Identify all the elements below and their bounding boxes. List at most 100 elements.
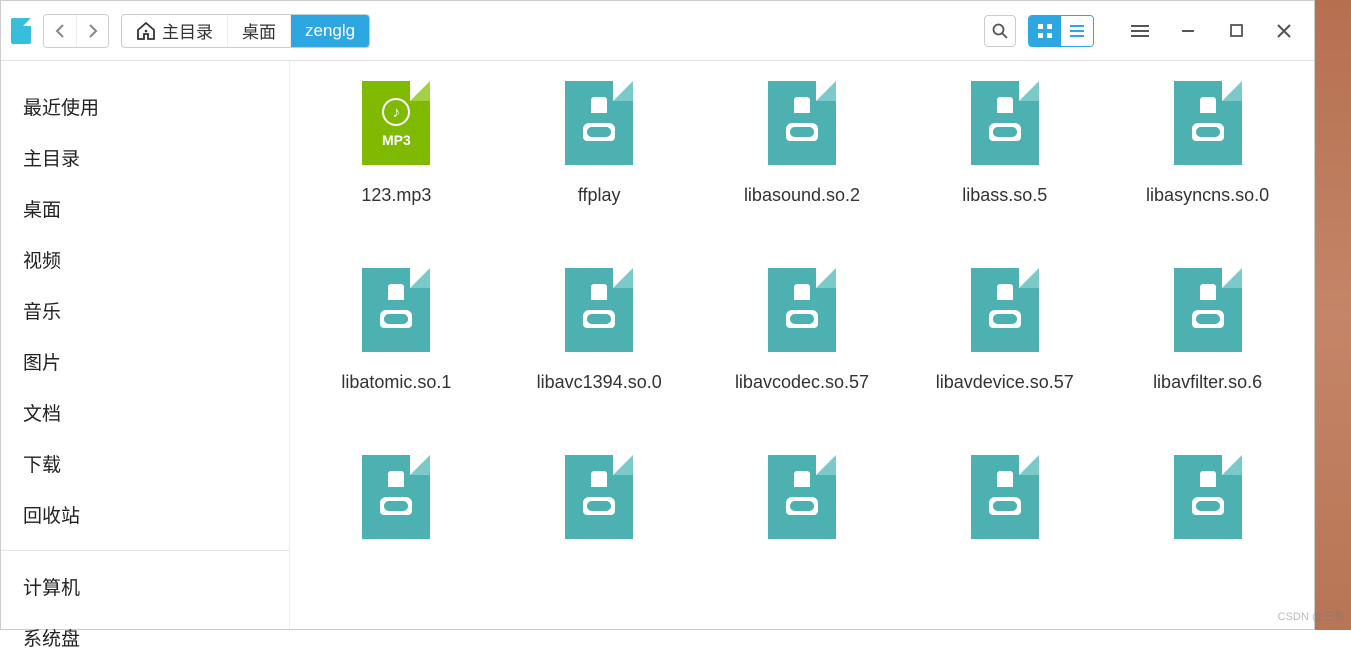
maximize-button[interactable]: [1226, 21, 1246, 41]
back-button[interactable]: [44, 15, 76, 47]
sidebar-item-recent[interactable]: 最近使用: [1, 81, 289, 132]
minimize-button[interactable]: [1178, 21, 1198, 41]
file-item[interactable]: [1111, 455, 1304, 557]
sidebar-item-label: 桌面: [23, 200, 61, 221]
minimize-icon: [1181, 24, 1195, 38]
file-item[interactable]: [300, 455, 493, 557]
nav-group: [43, 14, 109, 48]
view-icons-button[interactable]: [1029, 16, 1061, 46]
file-content-area[interactable]: ♪ MP3 123.mp3 ffplay libasound.so.2 libas…: [289, 61, 1314, 629]
app-icon: [11, 18, 31, 44]
file-label: libatomic.so.1: [341, 370, 451, 395]
sidebar-item-downloads[interactable]: 下载: [1, 438, 289, 489]
close-icon: [1277, 24, 1291, 38]
file-label: libasound.so.2: [744, 183, 860, 208]
file-item[interactable]: libavfilter.so.6: [1111, 268, 1304, 395]
maximize-icon: [1230, 24, 1243, 37]
list-icon: [1069, 23, 1085, 39]
file-item[interactable]: libavdevice.so.57: [908, 268, 1101, 395]
sidebar-item-trash[interactable]: 回收站: [1, 489, 289, 540]
file-item[interactable]: libass.so.5: [908, 81, 1101, 208]
file-item[interactable]: libatomic.so.1: [300, 268, 493, 395]
breadcrumb: 主目录 桌面 zenglg: [121, 14, 370, 48]
search-button[interactable]: [984, 15, 1016, 47]
so-file-icon: [1174, 81, 1242, 165]
file-label: libass.so.5: [962, 183, 1047, 208]
crumb-desktop-label: 桌面: [242, 18, 276, 43]
sidebar-item-label: 计算机: [23, 578, 80, 599]
sidebar-item-label: 文档: [23, 404, 61, 425]
file-grid: ♪ MP3 123.mp3 ffplay libasound.so.2 libas…: [300, 81, 1304, 557]
so-file-icon: [362, 268, 430, 352]
hamburger-icon: [1131, 24, 1149, 38]
file-label: libavfilter.so.6: [1153, 370, 1262, 395]
grid-icon: [1037, 23, 1053, 39]
so-file-icon: [768, 81, 836, 165]
menu-button[interactable]: [1130, 21, 1150, 41]
so-file-icon: [971, 455, 1039, 539]
sidebar-item-sysdisk[interactable]: 系统盘: [1, 612, 289, 663]
file-item[interactable]: [908, 455, 1101, 557]
sidebar-item-label: 音乐: [23, 302, 61, 323]
file-item[interactable]: libasyncns.so.0: [1111, 81, 1304, 208]
file-manager-window: 主目录 桌面 zenglg: [0, 0, 1315, 630]
sidebar-item-label: 下载: [23, 455, 61, 476]
file-item[interactable]: libasound.so.2: [706, 81, 899, 208]
window-controls: [1130, 21, 1294, 41]
sidebar-divider: [1, 550, 289, 551]
sidebar-item-videos[interactable]: 视频: [1, 234, 289, 285]
home-icon: [136, 22, 156, 40]
file-item[interactable]: [503, 455, 696, 557]
so-file-icon: [565, 81, 633, 165]
file-label: 123.mp3: [361, 183, 431, 208]
close-button[interactable]: [1274, 21, 1294, 41]
desktop-background: [1315, 0, 1351, 630]
so-file-icon: [768, 455, 836, 539]
sidebar-item-label: 图片: [23, 353, 61, 374]
sidebar-item-computer[interactable]: 计算机: [1, 561, 289, 612]
file-item[interactable]: ffplay: [503, 81, 696, 208]
search-icon: [992, 23, 1008, 39]
sidebar-item-desktop[interactable]: 桌面: [1, 183, 289, 234]
sidebar-item-label: 最近使用: [23, 98, 99, 119]
crumb-current-label: zenglg: [305, 21, 355, 41]
so-file-icon: [971, 268, 1039, 352]
chevron-right-icon: [88, 24, 98, 38]
file-item[interactable]: libavcodec.so.57: [706, 268, 899, 395]
sidebar-item-documents[interactable]: 文档: [1, 387, 289, 438]
crumb-desktop[interactable]: 桌面: [227, 15, 290, 47]
sidebar-item-label: 系统盘: [23, 629, 80, 650]
view-list-button[interactable]: [1061, 16, 1093, 46]
sidebar-item-pictures[interactable]: 图片: [1, 336, 289, 387]
sidebar: 最近使用 主目录 桌面 视频 音乐 图片 文档 下载 回收站 计算机 系统盘: [1, 61, 289, 629]
file-label: libasyncns.so.0: [1146, 183, 1269, 208]
file-item[interactable]: [706, 455, 899, 557]
sidebar-item-music[interactable]: 音乐: [1, 285, 289, 336]
toolbar: 主目录 桌面 zenglg: [1, 1, 1314, 61]
so-file-icon: [565, 455, 633, 539]
file-label: libavc1394.so.0: [537, 370, 662, 395]
crumb-home[interactable]: 主目录: [122, 15, 227, 47]
so-file-icon: [565, 268, 633, 352]
watermark: CSDN @三希: [1278, 608, 1345, 624]
so-file-icon: [971, 81, 1039, 165]
so-file-icon: [1174, 268, 1242, 352]
mp3-file-icon: ♪ MP3: [362, 81, 430, 165]
forward-button[interactable]: [76, 15, 108, 47]
sidebar-item-label: 主目录: [23, 149, 80, 170]
window-body: 最近使用 主目录 桌面 视频 音乐 图片 文档 下载 回收站 计算机 系统盘 ♪…: [1, 61, 1314, 629]
sidebar-item-label: 回收站: [23, 506, 80, 527]
file-item[interactable]: libavc1394.so.0: [503, 268, 696, 395]
view-toggle: [1028, 15, 1094, 47]
so-file-icon: [362, 455, 430, 539]
crumb-current[interactable]: zenglg: [290, 15, 369, 47]
so-file-icon: [1174, 455, 1242, 539]
file-item[interactable]: ♪ MP3 123.mp3: [300, 81, 493, 208]
sidebar-item-home[interactable]: 主目录: [1, 132, 289, 183]
file-label: libavcodec.so.57: [735, 370, 869, 395]
so-file-icon: [768, 268, 836, 352]
crumb-home-label: 主目录: [162, 18, 213, 43]
file-label: libavdevice.so.57: [936, 370, 1074, 395]
sidebar-item-label: 视频: [23, 251, 61, 272]
file-label: ffplay: [578, 183, 621, 208]
